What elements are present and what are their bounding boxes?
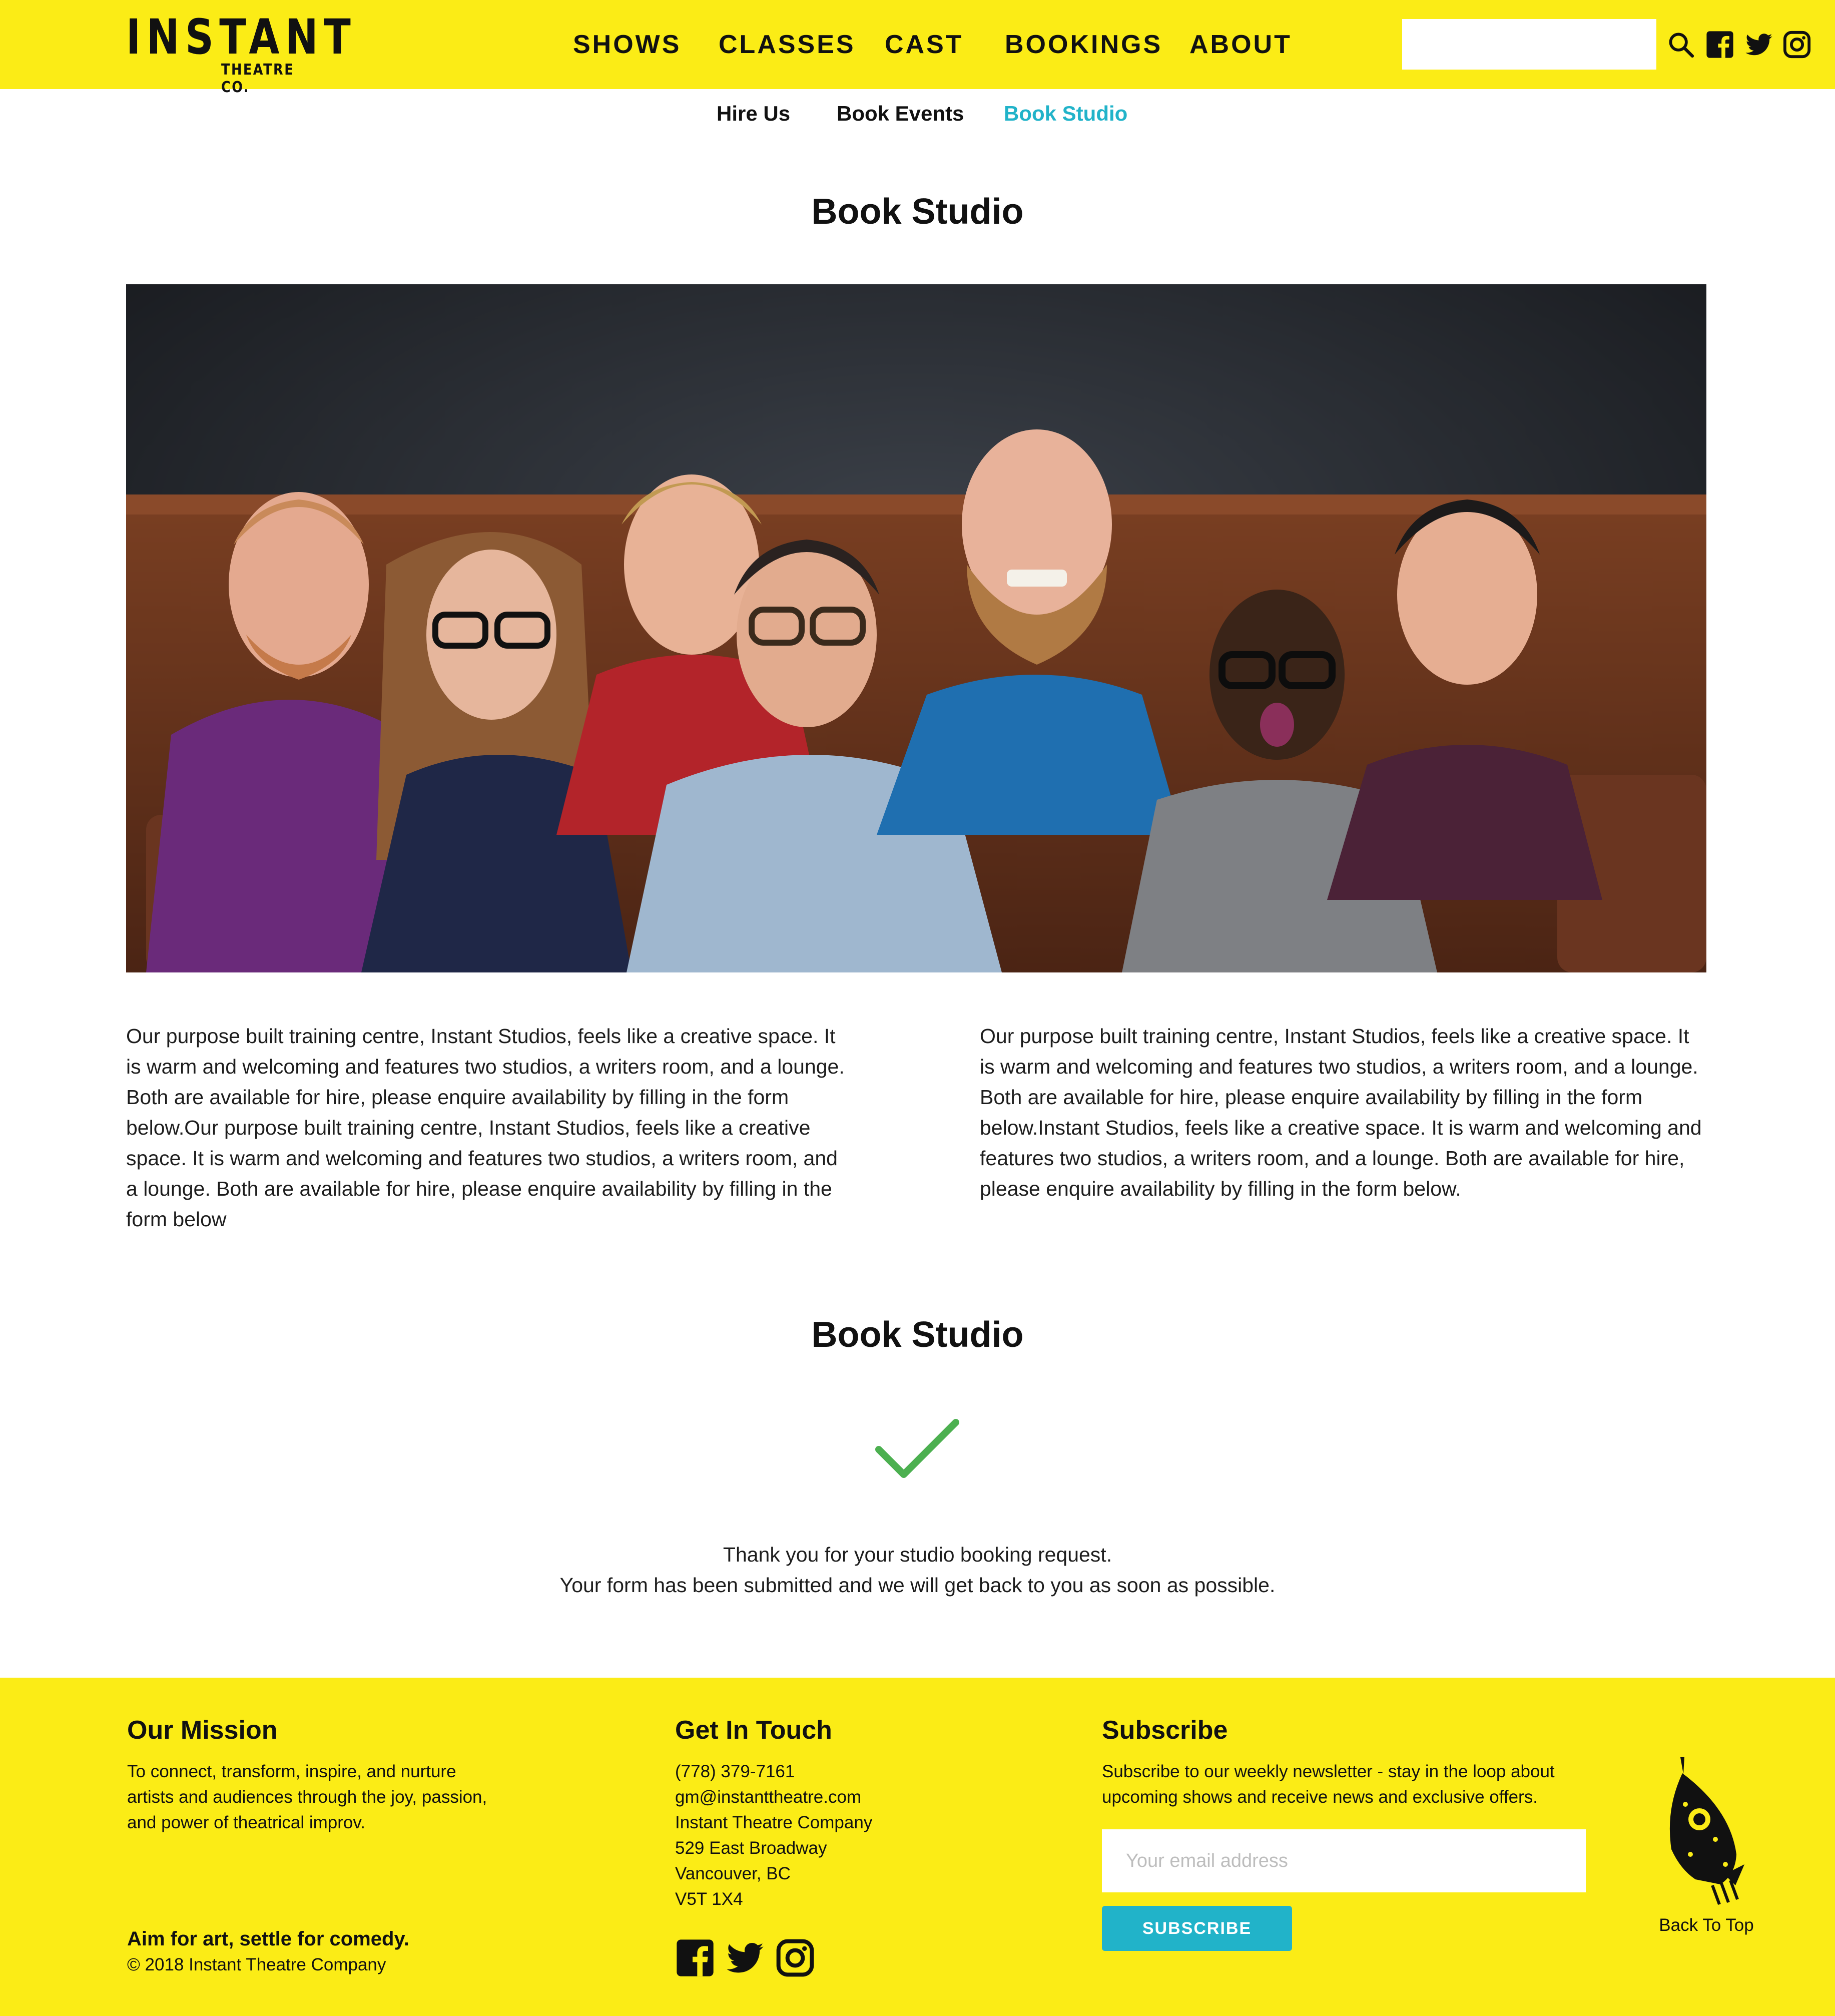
confirmation-title: Book Studio [811,1315,1024,1355]
mission-line: To connect, transform, inspire, and nurt… [127,1762,456,1781]
confirmation-message-line2: Your form has been submitted and we will… [559,1574,1276,1597]
page-title: Book Studio [811,192,1024,232]
nav-about[interactable]: ABOUT [1189,29,1292,60]
contact-company: Instant Theatre Company [675,1813,873,1832]
instagram-icon[interactable] [1782,30,1811,59]
subnav-book-studio[interactable]: Book Studio [1004,101,1127,126]
facebook-icon[interactable] [675,1938,715,1978]
subnav-book-events[interactable]: Book Events [837,101,964,126]
footer-mission-text: To connect, transform, inspire, and nurt… [127,1759,487,1835]
contact-email[interactable]: gm@instanttheatre.com [675,1784,872,1810]
nav-classes[interactable]: CLASSES [719,29,856,60]
logo-subtitle: THEATRE CO. [221,61,295,96]
checkmark-icon [875,1419,959,1478]
back-to-top-link[interactable]: Back To Top [1631,1914,1781,1936]
nav-bookings[interactable]: BOOKINGS [1005,29,1162,60]
logo-wordmark: INSTANT [126,9,357,65]
footer-subscribe-heading: Subscribe [1102,1716,1228,1745]
subscribe-line: upcoming shows and receive news and excl… [1102,1787,1538,1807]
hero-image [126,284,1706,972]
contact-phone[interactable]: (778) 379-7161 [675,1759,872,1784]
mission-line: artists and audiences through the joy, p… [127,1787,487,1807]
nav-cast[interactable]: CAST [885,29,964,60]
footer-contact-details: (778) 379-7161 gm@instanttheatre.com Ins… [675,1759,872,1912]
search-icon[interactable] [1666,30,1695,59]
footer-subscribe-text: Subscribe to our weekly newsletter - sta… [1102,1759,1555,1810]
intro-paragraph-left: Our purpose built training centre, Insta… [126,1025,845,1231]
cast-group-photo [126,284,1706,972]
contact-address: 529 East Broadway [675,1838,827,1858]
subnav-hire-us[interactable]: Hire Us [717,101,790,126]
facebook-icon[interactable] [1705,30,1734,59]
subscribe-line: Subscribe to our weekly newsletter - sta… [1102,1762,1555,1781]
newsletter-email-input[interactable] [1102,1829,1586,1892]
subscribe-button[interactable]: SUBSCRIBE [1102,1906,1292,1951]
contact-postal: V5T 1X4 [675,1889,743,1909]
search-input[interactable] [1402,19,1656,70]
site-header: INSTANT THEATRE CO. SHOWS CLASSES CAST B… [0,0,1835,96]
mission-line: and power of theatrical improv. [127,1813,365,1832]
twitter-icon[interactable] [1744,30,1773,59]
logo[interactable]: INSTANT THEATRE CO. [126,13,351,96]
nav-shows[interactable]: SHOWS [573,29,681,60]
footer-contact-heading: Get In Touch [675,1716,832,1745]
rocket-icon[interactable] [1660,1754,1745,1907]
contact-city: Vancouver, BC [675,1864,791,1883]
confirmation-message-line1: Thank you for your studio booking reques… [723,1543,1112,1566]
instagram-icon[interactable] [775,1938,815,1978]
footer-tagline: Aim for art, settle for comedy. [127,1928,409,1950]
footer-copyright: © 2018 Instant Theatre Company [127,1955,386,1974]
intro-paragraph-right: Our purpose built training centre, Insta… [980,1025,1702,1200]
twitter-icon[interactable] [725,1938,765,1978]
footer-mission-heading: Our Mission [127,1716,278,1745]
